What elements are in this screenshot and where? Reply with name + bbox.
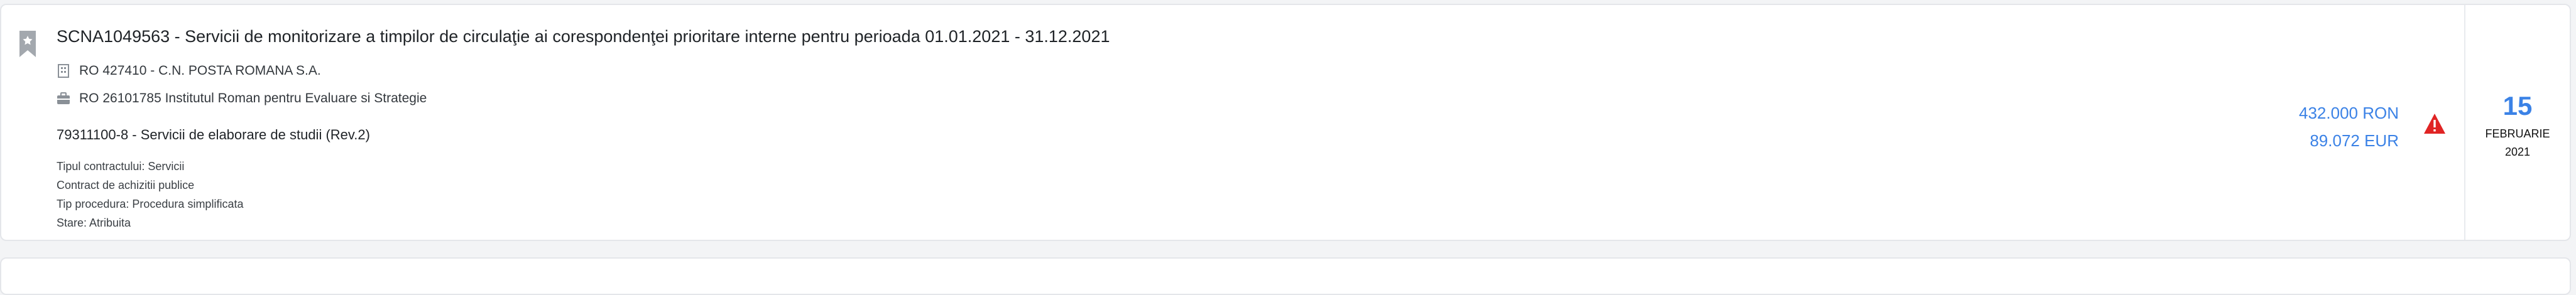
value-eur: 89.072 EUR xyxy=(2310,131,2399,150)
briefcase-icon xyxy=(57,92,70,104)
listing-title[interactable]: SCNA1049563 - Servicii de monitorizare a… xyxy=(57,24,2193,49)
next-listing-card[interactable] xyxy=(0,257,2571,295)
contract-type: Tipul contractului: Servicii xyxy=(57,160,185,173)
contract-value: 432.000 RON 89.072 EUR xyxy=(2299,99,2399,154)
value-ron: 432.000 RON xyxy=(2299,104,2399,122)
procedure-type: Tip procedura: Procedura simplificata xyxy=(57,198,244,210)
cpv-code: 79311100-8 - Servicii de elaborare de st… xyxy=(57,127,370,142)
contract-status: Stare: Atribuita xyxy=(57,217,131,229)
supplier-label[interactable]: RO 26101785 Institutul Roman pentru Eval… xyxy=(79,91,427,106)
contracting-authority: RO 427410 - C.N. POSTA ROMANA S.A. xyxy=(57,62,2193,80)
authority-label[interactable]: RO 427410 - C.N. POSTA ROMANA S.A. xyxy=(79,63,321,78)
listing-card[interactable]: SCNA1049563 - Servicii de monitorizare a… xyxy=(0,4,2571,241)
building-icon xyxy=(58,64,69,78)
warning-icon[interactable] xyxy=(2423,113,2446,134)
listing-content: SCNA1049563 - Servicii de monitorizare a… xyxy=(57,24,2193,232)
date-month: FEBRUARIE xyxy=(2485,127,2550,140)
date-year: 2021 xyxy=(2504,146,2531,158)
supplier: RO 26101785 Institutul Roman pentru Eval… xyxy=(57,89,2193,108)
bookmark-icon[interactable] xyxy=(19,30,36,58)
contract-details: Tipul contractului: Servicii Contract de… xyxy=(57,157,2193,232)
date-day: 15 xyxy=(2502,91,2533,121)
publication-date: 15 FEBRUARIE 2021 xyxy=(2465,90,2570,161)
contract-kind: Contract de achizitii publice xyxy=(57,179,195,191)
